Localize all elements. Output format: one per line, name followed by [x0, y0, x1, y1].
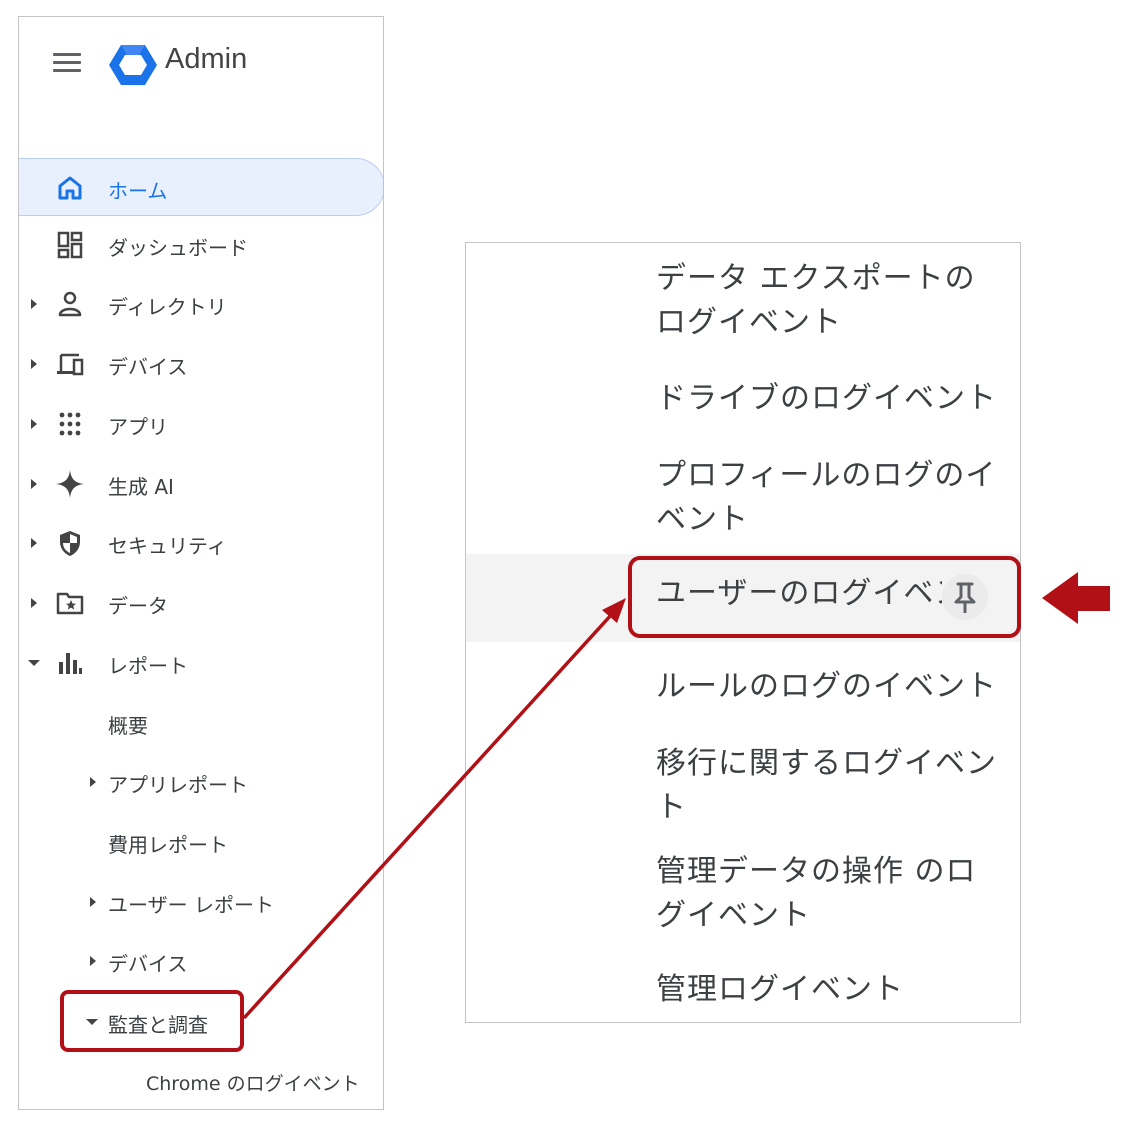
expand-caret-icon[interactable]	[90, 897, 96, 907]
sidebar-subitem-label: 概要	[108, 714, 148, 738]
sidebar-subitem-label: デバイス	[108, 952, 188, 976]
page: Admin ホーム ダッシュボード ディレクトリ デバイス アプリ 生成 AI …	[0, 0, 1128, 1122]
list-item-admin-log-events[interactable]: 管理ログイベント	[466, 954, 1020, 1020]
list-item-label: プロフィールのログのイベント	[656, 458, 997, 537]
expand-caret-icon[interactable]	[90, 956, 96, 966]
sidebar-item-label: ダッシュボード	[108, 236, 248, 260]
sidebar-item-reports[interactable]: レポート	[19, 634, 383, 692]
list-item-label: ルールのログのイベント	[656, 669, 997, 704]
expand-caret-icon[interactable]	[31, 419, 37, 429]
list-item-drive-log-events[interactable]: ドライブのログイベント	[466, 363, 1020, 437]
sidebar-subitem-user-reports[interactable]: ユーザー レポート	[19, 873, 383, 931]
expand-caret-icon[interactable]	[90, 777, 96, 787]
list-item-migration-log-events[interactable]: 移行に関するログイベント	[466, 728, 1020, 836]
sidebar-subitem-devices[interactable]: デバイス	[19, 932, 383, 990]
shield-icon	[60, 531, 80, 556]
sidebar-subitem-label: 監査と調査	[108, 1013, 208, 1037]
person-icon	[58, 291, 82, 317]
list-item-label: 管理ログイベント	[656, 972, 904, 1007]
sidebar-item-directory[interactable]: ディレクトリ	[19, 275, 383, 333]
sidebar-subitem-cost-reports[interactable]: 費用レポート	[19, 813, 383, 871]
expand-caret-icon[interactable]	[31, 538, 37, 548]
folder-star-icon	[56, 592, 84, 615]
bar-chart-icon	[59, 653, 82, 674]
admin-logo-icon	[109, 45, 157, 85]
sidebar-subitem-label: アプリレポート	[108, 773, 248, 797]
sidebar-item-dashboard[interactable]: ダッシュボード	[19, 216, 383, 274]
list-item-label: ドライブのログイベント	[656, 381, 997, 416]
pointer-arrow-icon	[1042, 572, 1110, 624]
sidebar-subitem-label: 費用レポート	[108, 833, 228, 857]
list-item-label: 移行に関するログイベント	[656, 746, 997, 825]
list-item-profile-log-events[interactable]: プロフィールのログのイベント	[466, 440, 1020, 552]
collapse-caret-icon[interactable]	[86, 1019, 98, 1025]
expand-caret-icon[interactable]	[31, 598, 37, 608]
list-item-label: ユーザーのログイベント	[656, 576, 942, 611]
pin-button[interactable]	[942, 574, 988, 620]
expand-caret-icon[interactable]	[31, 479, 37, 489]
sidebar-subitem-overview[interactable]: 概要	[19, 694, 383, 752]
list-item-rule-log-events[interactable]: ルールのログのイベント	[466, 651, 1020, 725]
hamburger-menu-icon[interactable]	[53, 53, 81, 75]
sidebar-item-security[interactable]: セキュリティ	[19, 514, 383, 572]
list-item-admin-data-action-log-events[interactable]: 管理データの操作 のログイベント	[466, 836, 1020, 944]
sidebar-item-home[interactable]: ホーム	[19, 158, 383, 216]
sidebar-item-generative-ai[interactable]: 生成 AI	[19, 455, 383, 513]
home-icon	[58, 176, 82, 200]
expand-caret-icon[interactable]	[31, 299, 37, 309]
expand-caret-icon[interactable]	[31, 359, 37, 369]
sparkle-icon	[56, 470, 84, 498]
sidebar-subitem-audit-investigation[interactable]: 監査と調査	[19, 993, 383, 1051]
apps-grid-icon	[59, 412, 81, 436]
pin-icon	[954, 582, 976, 613]
list-item-data-export-log-events[interactable]: データ エクスポートのログイベント	[466, 243, 1020, 351]
sidebar-item-apps[interactable]: アプリ	[19, 395, 383, 453]
sidebar-item-data[interactable]: データ	[19, 574, 383, 632]
sidebar-item-label: ホーム	[108, 179, 168, 203]
sidebar-item-label: レポート	[108, 654, 188, 678]
sidebar-item-label: デバイス	[108, 355, 188, 379]
collapse-caret-icon[interactable]	[28, 660, 40, 666]
sidebar-subitem-label: ユーザー レポート	[108, 893, 274, 917]
sidebar-item-label: データ	[108, 594, 168, 618]
app-title: Admin	[165, 43, 248, 75]
list-item-user-log-events[interactable]: ユーザーのログイベント	[466, 554, 1020, 642]
log-events-list-panel: データ エクスポートのログイベント ドライブのログイベント プロフィールのログの…	[465, 242, 1021, 1023]
sidebar-item-label: ディレクトリ	[108, 295, 227, 319]
sidebar-item-label: セキュリティ	[108, 534, 227, 558]
sidebar-subitem-app-reports[interactable]: アプリレポート	[19, 753, 383, 811]
sidebar-item-label: 生成 AI	[108, 475, 174, 499]
sidebar-item-label: アプリ	[108, 415, 168, 439]
list-item-label: データ エクスポートのログイベント	[656, 261, 976, 340]
devices-icon	[57, 353, 84, 376]
admin-sidebar: Admin ホーム ダッシュボード ディレクトリ デバイス アプリ 生成 AI …	[18, 16, 384, 1110]
sidebar-leaf-chrome-log-events[interactable]: Chrome のログイベント	[146, 1069, 360, 1096]
dashboard-icon	[57, 231, 83, 259]
sidebar-item-devices[interactable]: デバイス	[19, 335, 383, 393]
list-item-label: 管理データの操作 のログイベント	[656, 854, 977, 933]
